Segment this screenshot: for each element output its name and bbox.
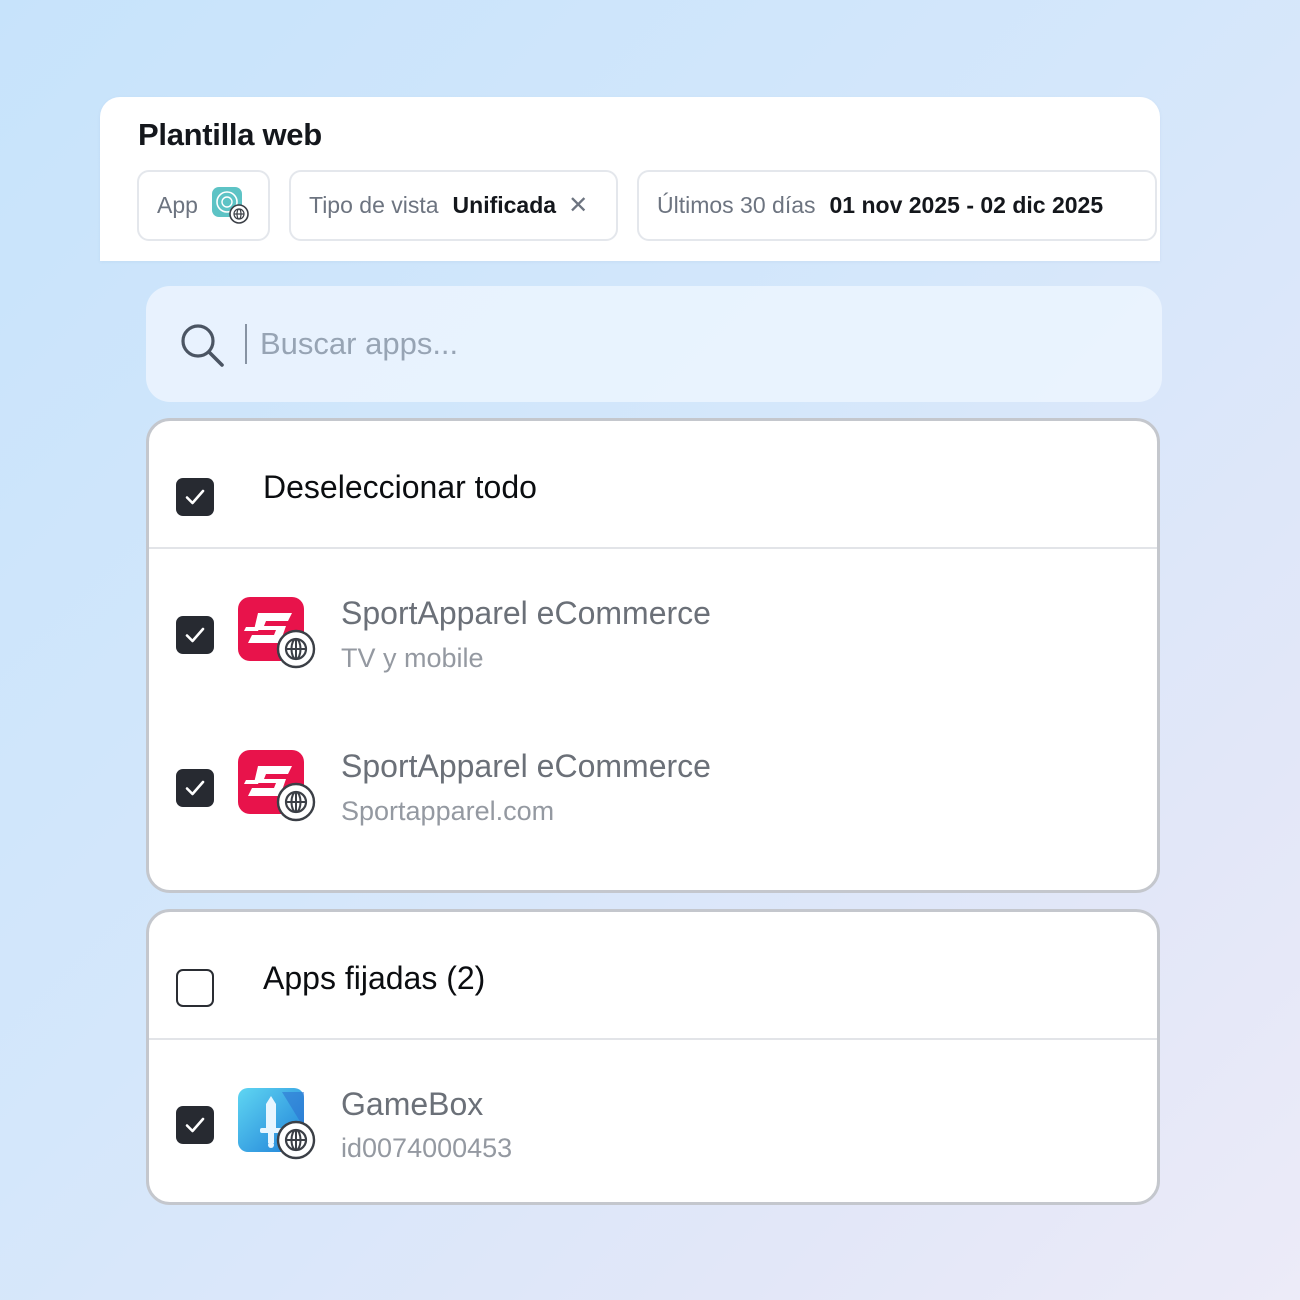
check-icon bbox=[185, 627, 205, 643]
check-icon bbox=[185, 780, 205, 796]
app-subtitle: Sportapparel.com bbox=[341, 796, 555, 826]
app-checkbox[interactable] bbox=[176, 769, 214, 807]
check-icon bbox=[185, 1117, 205, 1133]
app-filter-chip[interactable]: App bbox=[137, 170, 270, 241]
list-item[interactable]: SportApparel eCommerce Sportapparel.com bbox=[149, 702, 1157, 855]
date-range-value: 01 nov 2025 - 02 dic 2025 bbox=[829, 192, 1104, 218]
app-group-card: Deseleccionar todo SportApparel eCommerc… bbox=[146, 418, 1160, 893]
date-range-label: Últimos 30 días bbox=[657, 192, 816, 218]
gamebox-icon bbox=[238, 1088, 318, 1168]
deselect-all-checkbox[interactable] bbox=[176, 478, 214, 516]
list-item[interactable]: GameBox id0074000453 bbox=[149, 1040, 1157, 1193]
view-type-label: Tipo de vista bbox=[309, 192, 439, 218]
search-bar[interactable] bbox=[146, 286, 1162, 402]
view-type-chip[interactable]: Tipo de vista Unificada ✕ bbox=[289, 170, 618, 241]
group-label: Deseleccionar todo bbox=[263, 469, 537, 505]
date-range-chip[interactable]: Últimos 30 días 01 nov 2025 - 02 dic 202… bbox=[637, 170, 1157, 241]
app-name: SportApparel eCommerce bbox=[341, 595, 711, 631]
group-header[interactable]: Apps fijadas (2) bbox=[149, 912, 1157, 1040]
app-name: GameBox bbox=[341, 1086, 484, 1122]
check-icon bbox=[185, 489, 205, 505]
app-checkbox[interactable] bbox=[176, 616, 214, 654]
page-title: Plantilla web bbox=[138, 117, 322, 152]
list-item[interactable]: SportApparel eCommerce TV y mobile bbox=[149, 549, 1157, 702]
web-app-icon bbox=[211, 186, 250, 225]
app-checkbox[interactable] bbox=[176, 1106, 214, 1144]
app-filter-label: App bbox=[157, 192, 198, 218]
header-card: Plantilla web App Tipo de vista Unificad… bbox=[100, 97, 1160, 261]
app-name: SportApparel eCommerce bbox=[341, 748, 711, 784]
pinned-apps-checkbox[interactable] bbox=[176, 969, 214, 1007]
text-caret bbox=[245, 324, 247, 364]
group-label: Apps fijadas (2) bbox=[263, 960, 486, 996]
app-subtitle: TV y mobile bbox=[341, 643, 484, 673]
group-header[interactable]: Deseleccionar todo bbox=[149, 421, 1157, 549]
view-type-value: Unificada bbox=[452, 192, 557, 218]
app-subtitle: id0074000453 bbox=[341, 1133, 513, 1163]
close-icon[interactable]: ✕ bbox=[568, 191, 588, 220]
search-input[interactable] bbox=[260, 316, 1120, 372]
sportapparel-icon bbox=[238, 750, 318, 830]
pinned-apps-card: Apps fijadas (2) GameBox id0074000453 bbox=[146, 909, 1160, 1205]
sportapparel-icon bbox=[238, 597, 318, 677]
search-icon bbox=[181, 324, 224, 367]
